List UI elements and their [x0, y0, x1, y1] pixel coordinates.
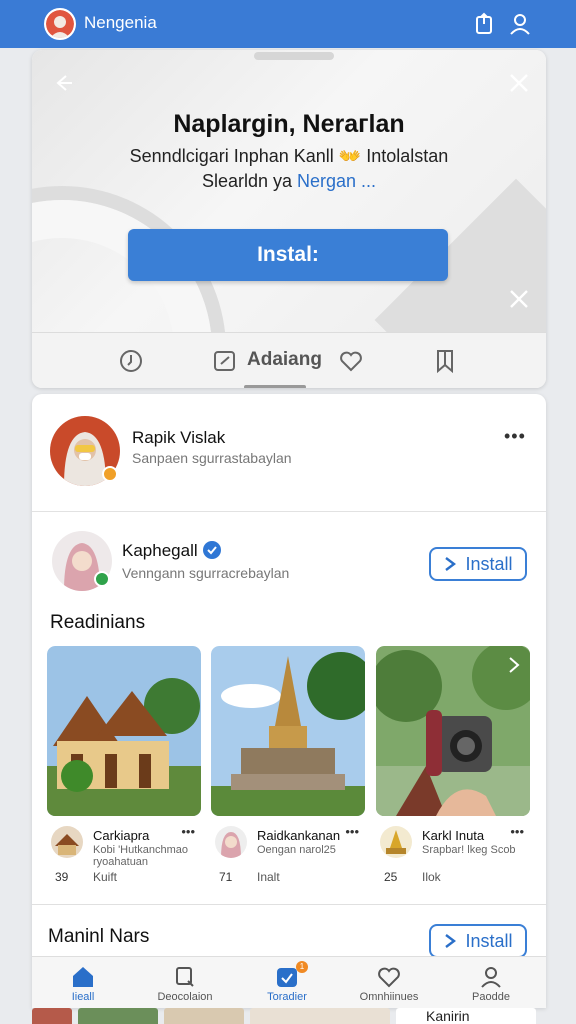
app-title: Nengenia: [84, 13, 157, 32]
tile-photo[interactable]: [211, 646, 365, 816]
install-promo-sheet: Naplargin, Neraгlan Senndlcigari Inphan …: [32, 50, 546, 388]
chevron-right-icon: [445, 934, 457, 948]
preview-thumb: [164, 1008, 244, 1024]
tile-meta: Ilok: [422, 870, 441, 884]
close-icon[interactable]: [508, 288, 530, 310]
divider: [32, 904, 546, 905]
bookmark-icon[interactable]: [432, 348, 458, 374]
promo-subtitle-text: Senndlcigari Inphan Kanll: [129, 146, 334, 166]
verified-badge: [102, 466, 118, 482]
more-options-icon[interactable]: •••: [504, 426, 526, 447]
nav-item-profile[interactable]: Paodde: [440, 957, 542, 1009]
tile-count: 25: [384, 870, 398, 884]
section-title: Readinians: [50, 612, 146, 633]
tile-subtitle: Sraрbar! lkeg Scob: [422, 844, 516, 856]
share-icon[interactable]: [472, 12, 496, 36]
bottom-navigation: Iieall Deocolaion 1 Toradier Omnhiinues …: [32, 956, 546, 1008]
tile-meta: Inalt: [257, 870, 280, 884]
app-top-bar: Nengenia: [0, 0, 576, 48]
more-options-icon[interactable]: •••: [345, 824, 359, 839]
tile-avatar[interactable]: [380, 826, 412, 858]
verified-check-icon: [203, 541, 221, 559]
edit-icon[interactable]: [212, 348, 238, 374]
nav-item-home[interactable]: Iieall: [32, 957, 134, 1009]
hands-emoji-icon: 👐: [338, 146, 362, 166]
nav-item-favorites[interactable]: Omnhiinues: [338, 957, 440, 1009]
install-button[interactable]: Install: [429, 547, 527, 581]
more-options-icon[interactable]: •••: [510, 824, 524, 839]
app-logo-avatar[interactable]: [44, 8, 76, 40]
tile-subtitle: Kobi 'Hutkanchmao ryoahatuan: [93, 844, 189, 868]
next-content-preview: Kanirin: [32, 1008, 546, 1024]
post-author-name[interactable]: Kaphegall: [122, 541, 198, 561]
preview-thumb: [32, 1008, 72, 1024]
promo-subtitle-text-2: Intolalstan: [366, 146, 449, 166]
nav-item-upload[interactable]: 1 Toradier: [236, 957, 338, 1009]
tile-count: 39: [55, 870, 69, 884]
back-arrow-icon[interactable]: [52, 72, 74, 94]
nav-label: Deocolaion: [157, 991, 213, 1003]
tile-subtitle: Oengan narol25: [257, 844, 336, 856]
promo-line2-text: Slearldn ya: [201, 171, 292, 191]
close-icon[interactable]: [508, 72, 530, 94]
home-icon: [73, 967, 93, 987]
chevron-right-icon: [445, 557, 457, 571]
verified-badge: [94, 571, 110, 587]
install-button[interactable]: Instal:: [128, 229, 448, 281]
nav-item-search[interactable]: Deocolaion: [134, 957, 236, 1009]
nav-label: Paodde: [472, 991, 510, 1003]
post-author-name[interactable]: Rapik Vislak: [132, 428, 225, 448]
promo-action-row: Adaiang: [32, 332, 546, 388]
post-author-subtitle: Sanpaen sgurrastabaylan: [132, 450, 292, 466]
action-label[interactable]: Adaiang: [247, 349, 322, 371]
heart-icon[interactable]: [338, 348, 364, 374]
nav-label: Iieall: [71, 991, 95, 1003]
clock-icon[interactable]: [118, 348, 144, 374]
tile-title: Carkiapra: [93, 828, 150, 843]
promo-subtitle-line2: Slearldn ya Nergan ...: [32, 171, 546, 192]
tile-avatar[interactable]: [51, 826, 83, 858]
feed: Rapik Vislak Sanpaen sgurrastabaylan •••…: [32, 394, 546, 1008]
install-label: Install: [465, 930, 513, 951]
promo-banner: Naplargin, Neraгlan Senndlcigari Inphan …: [32, 50, 546, 332]
tile-count: 71: [219, 870, 233, 884]
preview-thumb: [78, 1008, 158, 1024]
tile-photo[interactable]: [376, 646, 530, 816]
nav-label: Omnhiinues: [359, 991, 419, 1003]
install-button[interactable]: Install: [429, 924, 527, 958]
post-author-subtitle: Venngann sgurracrebaylan: [122, 565, 290, 581]
promo-title: Naplargin, Neraгlan: [173, 110, 405, 138]
media-tile[interactable]: Raidkankanan ••• Oengan narol25 71 Inalt: [211, 646, 365, 890]
preview-title: Kanirin: [396, 1008, 536, 1024]
promo-more-link[interactable]: Nergan ...: [297, 171, 376, 191]
nav-label: Toradier: [267, 991, 307, 1003]
heart-icon: [378, 967, 400, 988]
search-icon: [176, 967, 194, 987]
profile-icon: [481, 967, 501, 988]
profile-icon[interactable]: [508, 12, 532, 36]
tile-photo[interactable]: [47, 646, 201, 816]
tile-meta: Kuift: [93, 870, 118, 884]
install-label: Install: [465, 553, 513, 574]
notification-badge: 1: [296, 961, 308, 973]
section-title: Maninl Nars: [48, 926, 150, 947]
promo-subtitle: Senndlcigari Inphan Kanll 👐 Intolalstan: [32, 146, 546, 167]
drag-handle[interactable]: [244, 385, 306, 388]
preview-thumb: [250, 1008, 390, 1024]
tile-title: Karkl Inuta: [422, 828, 485, 843]
sheet-grab-handle[interactable]: [254, 52, 334, 60]
media-tile[interactable]: Karkl Inuta ••• Sraрbar! lkeg Scob 25 Il…: [376, 646, 530, 890]
tile-avatar[interactable]: [215, 826, 247, 858]
chevron-right-icon[interactable]: [508, 656, 520, 674]
post-card: Rapik Vislak Sanpaen sgurrastabaylan •••: [32, 394, 546, 512]
media-tile[interactable]: Carkiapra ••• Kobi 'Hutkanchmao ryoahatu…: [47, 646, 201, 890]
more-options-icon[interactable]: •••: [181, 824, 195, 839]
tile-title: Raidkankanan: [257, 828, 341, 843]
